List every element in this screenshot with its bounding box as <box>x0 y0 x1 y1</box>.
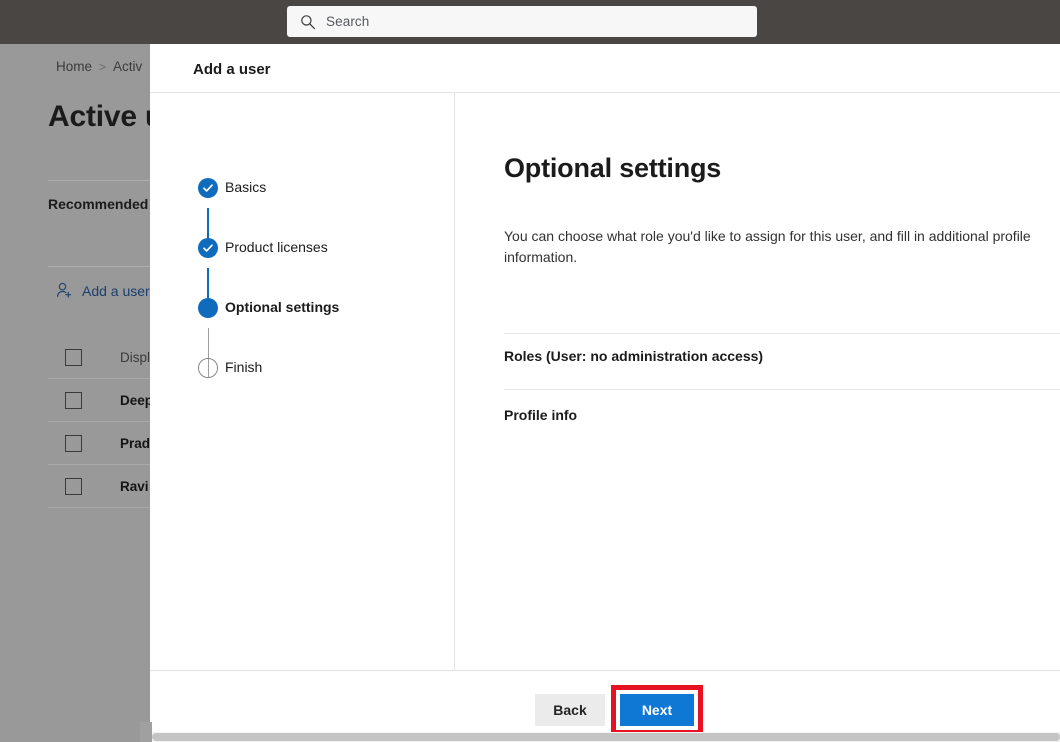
add-a-user-label: Add a user <box>82 282 150 299</box>
wizard-step-label: Product licenses <box>225 239 328 255</box>
wizard-steps-rail: Basics Product licenses Optional setting… <box>150 93 455 670</box>
step-complete-check-icon <box>198 178 218 198</box>
dialog-title: Add a user <box>193 61 271 78</box>
search-input-placeholder[interactable]: Search <box>326 14 369 29</box>
add-a-user-dialog: Add a user Basics Product licenses Optio… <box>150 44 1060 742</box>
section-divider-profile-info <box>504 389 1060 390</box>
row-checkbox[interactable] <box>65 477 82 495</box>
step-pending-circle-icon <box>198 358 218 378</box>
wizard-step-label: Basics <box>225 179 267 195</box>
recommended-section-label: Recommended <box>48 196 149 212</box>
screen-root: Search Home > Activ Active u Recommended A… <box>0 0 1060 742</box>
section-header-profile-info[interactable]: Profile info <box>504 407 577 423</box>
row-checkbox[interactable] <box>65 434 82 452</box>
back-button[interactable]: Back <box>535 694 605 726</box>
breadcrumb-separator-icon: > <box>99 60 107 74</box>
breadcrumb: Home > Activ <box>56 59 142 74</box>
breadcrumb-home[interactable]: Home <box>56 59 92 74</box>
select-all-checkbox[interactable] <box>65 348 82 366</box>
wizard-step-label: Finish <box>225 359 263 375</box>
dialog-header: Add a user <box>150 44 1060 92</box>
horizontal-scrollbar[interactable] <box>152 732 1060 742</box>
page-title: Active u <box>48 100 164 133</box>
section-header-roles[interactable]: Roles (User: no administration access) <box>504 348 763 364</box>
scrollbar-corner <box>140 722 152 742</box>
content-heading: Optional settings <box>504 153 722 183</box>
next-button[interactable]: Next <box>620 694 694 726</box>
horizontal-scrollbar-thumb[interactable] <box>152 733 1060 741</box>
add-a-user-command[interactable]: Add a user <box>56 282 150 299</box>
global-search-box[interactable]: Search <box>287 6 757 37</box>
step-complete-check-icon <box>198 238 218 258</box>
search-icon <box>300 14 316 30</box>
dialog-content-pane: Optional settings You can choose what ro… <box>456 93 1060 670</box>
content-description: You can choose what role you'd like to a… <box>504 228 1031 265</box>
breadcrumb-current: Activ <box>113 59 143 74</box>
row-checkbox[interactable] <box>65 391 82 409</box>
step-current-dot-icon <box>198 298 218 318</box>
add-person-icon <box>56 282 73 299</box>
section-divider-roles <box>504 333 1060 334</box>
app-header-bar: Search <box>0 0 1060 44</box>
wizard-step-label: Optional settings <box>225 299 340 315</box>
